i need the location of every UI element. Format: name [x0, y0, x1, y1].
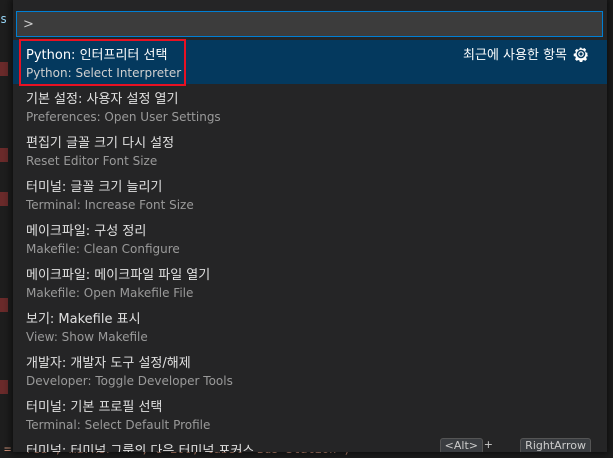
error-marker — [0, 380, 8, 394]
command-item-increase-terminal-font[interactable]: 터미널: 글꼴 크기 늘리기 Terminal: Increase Font S… — [13, 172, 607, 216]
gear-icon[interactable] — [573, 46, 589, 62]
code-fragment: s — [0, 12, 8, 26]
command-item-open-makefile[interactable]: 메이크파일: 메이크파일 파일 열기 Makefile: Open Makefi… — [13, 260, 607, 304]
command-title: 터미널: 기본 프로필 선택 — [26, 400, 163, 415]
keybinding-alt: <Alt> — [439, 438, 483, 452]
command-detail: Terminal: Select Default Profile — [26, 418, 211, 432]
keybinding-right-arrow: RightArrow — [520, 438, 591, 452]
command-item-select-default-profile[interactable]: 터미널: 기본 프로필 선택 Terminal: Select Default … — [13, 392, 607, 436]
command-input[interactable] — [17, 12, 602, 36]
command-palette: Python: 인터프리터 선택 Python: Select Interpre… — [13, 0, 607, 452]
command-item-focus-next-terminal[interactable]: 터미널: 터미널 그룹의 다음 터미널 포커스 <Alt> + RightArr… — [13, 436, 607, 452]
command-item-select-interpreter[interactable]: Python: 인터프리터 선택 Python: Select Interpre… — [13, 40, 607, 84]
command-item-reset-font-size[interactable]: 편집기 글꼴 크기 다시 설정 Reset Editor Font Size — [13, 128, 607, 172]
command-title: 메이크파일: 메이크파일 파일 열기 — [26, 268, 211, 283]
command-item-toggle-devtools[interactable]: 개발자: 개발자 도구 설정/해제 Developer: Toggle Deve… — [13, 348, 607, 392]
command-detail: Terminal: Increase Font Size — [26, 198, 194, 212]
command-item-open-user-settings[interactable]: 기본 설정: 사용자 설정 열기 Preferences: Open User … — [13, 84, 607, 128]
error-marker — [0, 192, 8, 206]
error-marker — [0, 148, 8, 162]
command-input-box[interactable] — [16, 11, 603, 37]
command-detail: Makefile: Open Makefile File — [26, 286, 194, 300]
command-detail: Preferences: Open User Settings — [26, 110, 221, 124]
keybinding-plus: + — [483, 438, 493, 451]
command-item-show-makefile[interactable]: 보기: Makefile 표시 View: Show Makefile — [13, 304, 607, 348]
command-detail: Makefile: Clean Configure — [26, 242, 180, 256]
command-title: 개발자: 개발자 도구 설정/해제 — [26, 356, 191, 371]
command-detail: Reset Editor Font Size — [26, 154, 158, 168]
command-detail: View: Show Makefile — [26, 330, 148, 344]
command-title: 메이크파일: 구성 정리 — [26, 224, 147, 239]
command-item-makefile-clean[interactable]: 메이크파일: 구성 정리 Makefile: Clean Configure — [13, 216, 607, 260]
command-detail: Developer: Toggle Developer Tools — [26, 374, 233, 388]
command-title: 보기: Makefile 표시 — [26, 312, 141, 327]
recently-used-label-group: 최근에 사용한 항목 — [463, 44, 589, 63]
command-title: 터미널: 터미널 그룹의 다음 터미널 포커스 — [26, 444, 255, 452]
command-list: Python: 인터프리터 선택 Python: Select Interpre… — [13, 40, 607, 452]
error-marker — [0, 62, 8, 76]
command-title: 편집기 글꼴 크기 다시 설정 — [26, 136, 175, 151]
command-title: 터미널: 글꼴 크기 늘리기 — [26, 180, 163, 195]
command-title: 기본 설정: 사용자 설정 열기 — [26, 92, 179, 107]
error-marker — [0, 298, 8, 312]
command-title: Python: 인터프리터 선택 — [26, 48, 168, 63]
recently-used-label: 최근에 사용한 항목 — [463, 48, 567, 63]
command-detail: Python: Select Interpreter — [26, 66, 182, 80]
